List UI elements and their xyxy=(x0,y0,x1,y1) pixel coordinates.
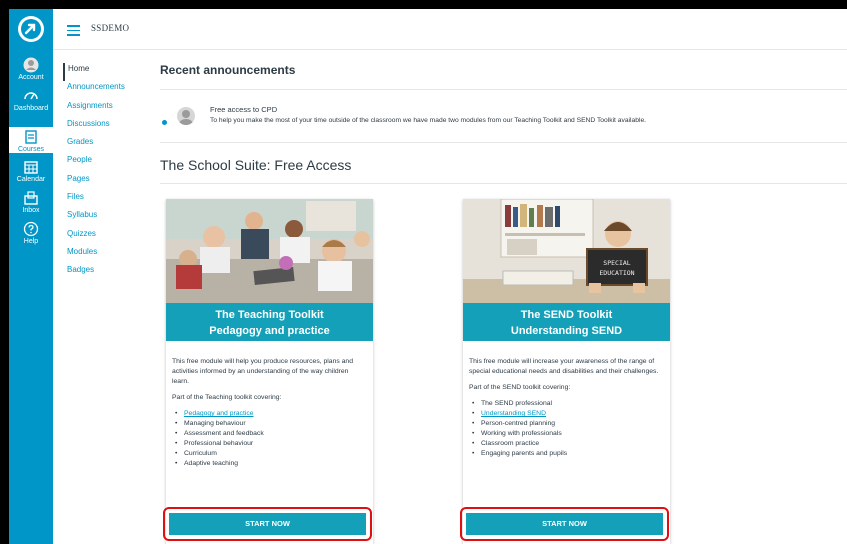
topic-list: Pedagogy and practice Managing behaviour… xyxy=(172,409,367,469)
course-nav-quizzes[interactable]: Quizzes xyxy=(63,228,143,246)
dashboard-icon xyxy=(24,92,38,100)
nav-inbox[interactable]: Inbox xyxy=(9,190,53,215)
card-title: The SEND Toolkit xyxy=(520,309,613,321)
send-photo: SPECIAL EDUCATION xyxy=(463,199,670,303)
card-banner: The SEND Toolkit Understanding SEND xyxy=(463,303,670,341)
nav-courses-label: Courses xyxy=(17,146,45,153)
course-nav-assignments[interactable]: Assignments xyxy=(63,100,143,118)
course-nav-syllabus[interactable]: Syllabus xyxy=(63,209,143,227)
course-nav-badges[interactable]: Badges xyxy=(63,264,143,282)
course-nav-pages[interactable]: Pages xyxy=(63,173,143,191)
course-nav: Home Announcements Assignments Discussio… xyxy=(63,63,143,283)
canvas-window: Account Dashboard Courses Calendar Inbox… xyxy=(9,9,847,544)
divider xyxy=(160,89,847,90)
recent-announcements-heading: Recent announcements xyxy=(160,63,296,77)
account-icon xyxy=(23,57,39,73)
card-description: This free module will help you produce r… xyxy=(172,358,353,385)
list-item: Professional behaviour xyxy=(175,439,367,449)
nav-dashboard-label: Dashboard xyxy=(13,105,49,112)
help-icon xyxy=(23,221,39,237)
send-toolkit-card: SPECIAL EDUCATION The SEND Toolkit Under… xyxy=(460,199,670,544)
course-nav-announcements[interactable]: Announcements xyxy=(63,81,143,99)
list-item: The SEND professional xyxy=(472,399,664,409)
brand-logo-icon[interactable] xyxy=(15,13,47,45)
card-covering-label: Part of the SEND toolkit covering: xyxy=(469,384,571,391)
calendar-icon xyxy=(24,161,38,174)
announcement-item[interactable]: Free access to CPD To help you make the … xyxy=(160,101,847,135)
list-item: Understanding SEND xyxy=(472,409,664,419)
hamburger-menu-icon[interactable] xyxy=(67,25,80,36)
card-banner: The Teaching Toolkit Pedagogy and practi… xyxy=(166,303,373,341)
nav-courses[interactable]: Courses xyxy=(9,127,53,153)
start-now-highlight: START NOW xyxy=(460,507,669,541)
avatar xyxy=(177,107,195,125)
card-description: This free module will increase your awar… xyxy=(469,358,659,375)
list-item: Pedagogy and practice xyxy=(175,409,367,419)
nav-calendar-label: Calendar xyxy=(16,176,46,183)
nav-account-label: Account xyxy=(18,74,44,81)
svg-text:SPECIAL: SPECIAL xyxy=(603,259,630,267)
start-now-button[interactable]: START NOW xyxy=(466,513,663,535)
course-nav-modules[interactable]: Modules xyxy=(63,246,143,264)
announcement-message: To help you make the most of your time o… xyxy=(210,117,647,124)
card-body: This free module will increase your awar… xyxy=(469,357,664,459)
nav-help[interactable]: Help xyxy=(9,221,53,246)
breadcrumb[interactable]: SSDEMO xyxy=(91,23,129,33)
announcement-title[interactable]: Free access to CPD xyxy=(210,105,277,114)
global-nav: Account Dashboard Courses Calendar Inbox… xyxy=(9,9,53,544)
card-subtitle: Understanding SEND xyxy=(510,325,623,337)
teaching-toolkit-card: The Teaching Toolkit Pedagogy and practi… xyxy=(163,199,373,544)
topic-list: The SEND professional Understanding SEND… xyxy=(469,399,664,459)
card-subtitle: Pedagogy and practice xyxy=(209,325,330,337)
course-nav-home[interactable]: Home xyxy=(63,63,143,82)
inbox-icon xyxy=(24,191,38,205)
card-covering-label: Part of the Teaching toolkit covering: xyxy=(172,394,282,401)
unread-dot-icon xyxy=(162,120,167,125)
course-nav-discussions[interactable]: Discussions xyxy=(63,118,143,136)
divider xyxy=(160,142,847,143)
list-item: Managing behaviour xyxy=(175,419,367,429)
list-item: Person-centred planning xyxy=(472,419,664,429)
divider xyxy=(160,183,847,184)
list-item: Working with professionals xyxy=(472,429,664,439)
topic-link-understanding-send[interactable]: Understanding SEND xyxy=(481,410,546,417)
top-bar: SSDEMO xyxy=(53,9,847,50)
list-item: Assessment and feedback xyxy=(175,429,367,439)
classroom-photo xyxy=(166,199,373,303)
nav-account[interactable]: Account xyxy=(9,57,53,82)
start-now-button[interactable]: START NOW xyxy=(169,513,366,535)
course-nav-grades[interactable]: Grades xyxy=(63,136,143,154)
course-nav-people[interactable]: People xyxy=(63,154,143,172)
card-title: The Teaching Toolkit xyxy=(215,309,324,321)
svg-text:EDUCATION: EDUCATION xyxy=(599,269,634,277)
suite-title: The School Suite: Free Access xyxy=(160,157,352,173)
nav-calendar[interactable]: Calendar xyxy=(9,159,53,184)
list-item: Curriculum xyxy=(175,449,367,459)
nav-dashboard[interactable]: Dashboard xyxy=(9,88,53,113)
topic-link-pedagogy[interactable]: Pedagogy and practice xyxy=(184,410,254,417)
list-item: Adaptive teaching xyxy=(175,459,367,469)
main-content: Recent announcements Free access to CPD … xyxy=(160,49,847,544)
start-now-highlight: START NOW xyxy=(163,507,372,541)
course-nav-files[interactable]: Files xyxy=(63,191,143,209)
courses-icon xyxy=(25,130,37,144)
list-item: Classroom practice xyxy=(472,439,664,449)
nav-help-label: Help xyxy=(23,238,39,245)
nav-inbox-label: Inbox xyxy=(22,207,40,214)
list-item: Engaging parents and pupils xyxy=(472,449,664,459)
card-body: This free module will help you produce r… xyxy=(172,357,367,469)
